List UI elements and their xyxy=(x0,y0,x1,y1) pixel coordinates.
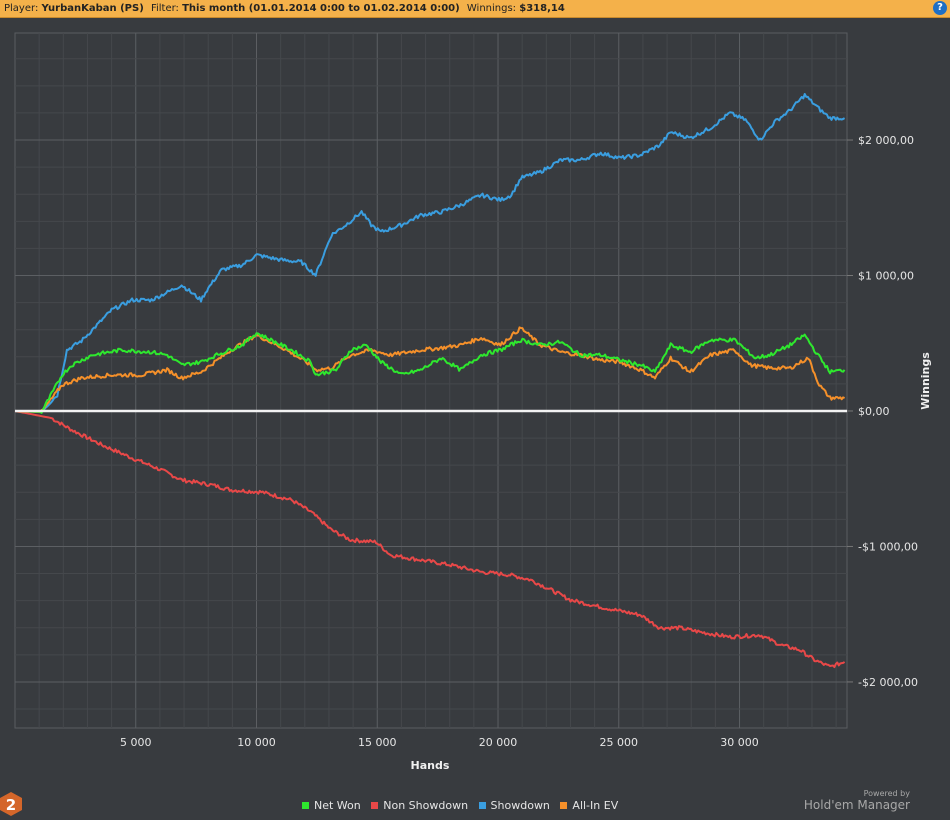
legend-label: Showdown xyxy=(490,799,550,812)
product-name: Hold'em Manager xyxy=(803,798,910,812)
y-tick-label: $1 000,00 xyxy=(858,270,914,283)
x-tick-label: 30 000 xyxy=(720,736,759,749)
legend-label: All-In EV xyxy=(572,799,619,812)
y-tick-label: $0,00 xyxy=(858,405,890,418)
legend-non-showdown[interactable]: Non Showdown xyxy=(371,799,468,812)
y-tick-label: -$2 000,00 xyxy=(858,676,918,689)
plot-area xyxy=(14,32,848,729)
x-axis-title: Hands xyxy=(411,759,450,772)
x-tick-label: 10 000 xyxy=(237,736,276,749)
non-showdown-swatch xyxy=(371,802,379,809)
x-tick-label: 15 000 xyxy=(358,736,397,749)
hem2-logo-icon: 2 xyxy=(0,792,22,816)
legend-showdown[interactable]: Showdown xyxy=(478,799,550,812)
x-tick-label: 25 000 xyxy=(600,736,639,749)
y-tick-label: -$1 000,00 xyxy=(858,540,918,553)
grid xyxy=(14,32,848,729)
net-won-swatch xyxy=(302,802,309,809)
showdown-swatch xyxy=(478,802,486,809)
legend: Net Won Non Showdown Showdown All-In EV xyxy=(302,799,625,812)
x-tick-label: 5 000 xyxy=(120,736,152,749)
powered-by: Powered by Hold'em Manager xyxy=(804,789,910,812)
legend-net-won[interactable]: Net Won xyxy=(302,799,361,812)
y-tick-label: $2 000,00 xyxy=(858,134,914,147)
y-axis-title: Winnings xyxy=(919,352,932,410)
powered-by-text: Powered by xyxy=(863,789,910,798)
legend-all-in-ev[interactable]: All-In EV xyxy=(560,799,618,812)
x-tick-label: 20 000 xyxy=(479,736,518,749)
all-in-ev-swatch xyxy=(560,802,568,809)
winnings-chart: 5 000 10 000 15 000 20 000 25 000 30 000 $2 00… xyxy=(14,32,932,772)
legend-label: Non Showdown xyxy=(383,799,469,812)
legend-label: Net Won xyxy=(314,799,361,812)
logo-text: 2 xyxy=(6,796,16,814)
